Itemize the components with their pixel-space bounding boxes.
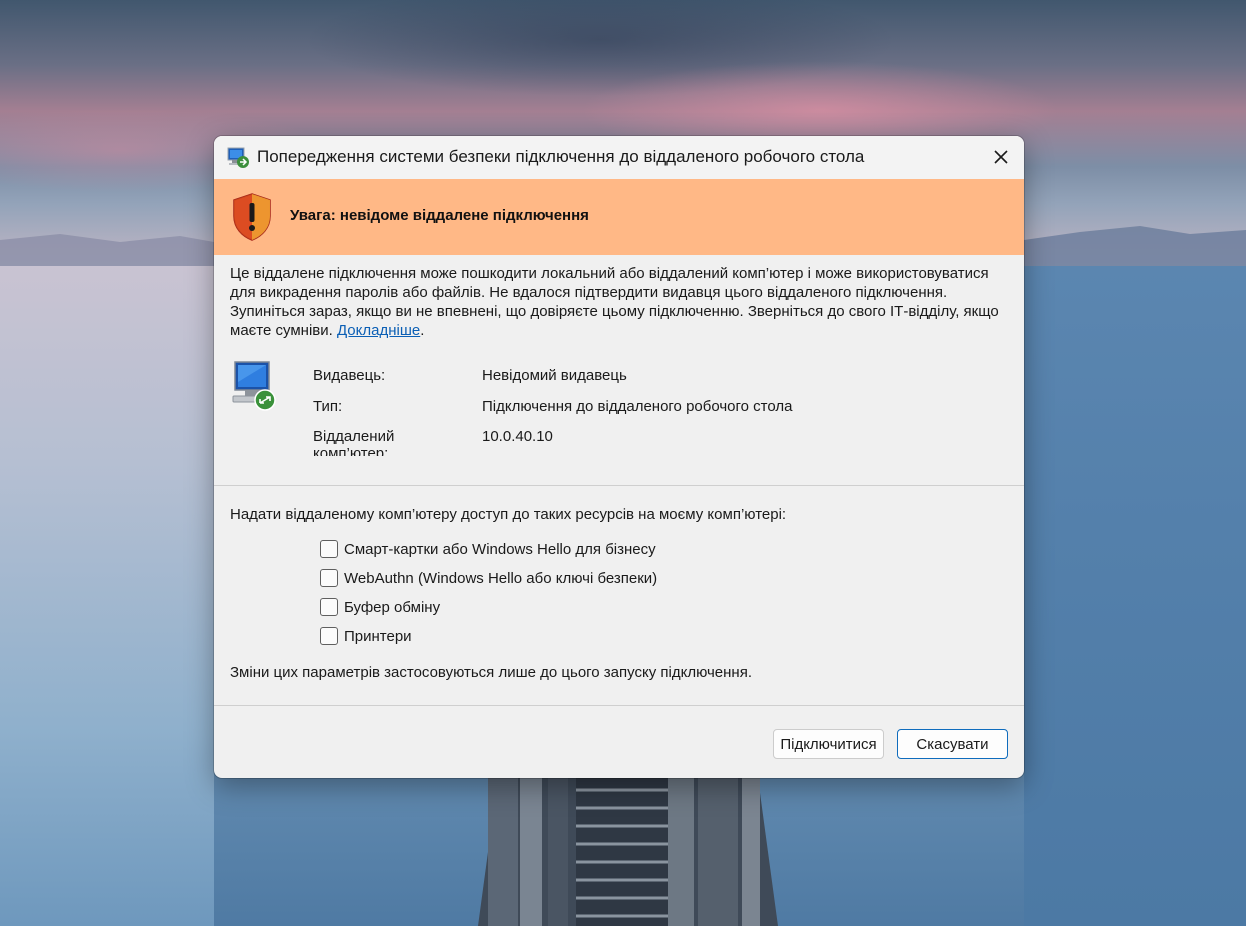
divider-bottom bbox=[214, 705, 1024, 706]
close-button[interactable] bbox=[984, 140, 1018, 174]
sea-right bbox=[1024, 266, 1246, 926]
warning-heading: Увага: невідоме віддалене підключення bbox=[290, 207, 589, 224]
cancel-button[interactable]: Скасувати bbox=[897, 729, 1008, 759]
desktop-background: Попередження системи безпеки підключення… bbox=[0, 0, 1246, 926]
clipboard-label[interactable]: Буфер обміну bbox=[344, 599, 440, 616]
title-bar[interactable]: Попередження системи безпеки підключення… bbox=[214, 136, 1024, 179]
type-value: Підключення до віддаленого робочого стол… bbox=[482, 398, 793, 415]
settings-note: Зміни цих параметрів застосовуються лише… bbox=[230, 664, 753, 681]
connect-button[interactable]: Підключитися bbox=[773, 729, 884, 759]
clipboard-checkbox[interactable] bbox=[320, 598, 338, 616]
printers-label[interactable]: Принтери bbox=[344, 628, 412, 645]
checkbox-row-clipboard[interactable]: Буфер обміну bbox=[320, 597, 440, 617]
webauthn-label[interactable]: WebAuthn (Windows Hello або ключі безпек… bbox=[344, 570, 657, 587]
printers-checkbox[interactable] bbox=[320, 627, 338, 645]
description-period: . bbox=[420, 322, 425, 339]
smartcards-checkbox[interactable] bbox=[320, 540, 338, 558]
warning-description: Це віддалене підключення може пошкодити … bbox=[230, 264, 1000, 340]
learn-more-link[interactable]: Докладніше bbox=[337, 322, 420, 339]
divider-top bbox=[214, 485, 1024, 486]
security-warning-dialog: Попередження системи безпеки підключення… bbox=[214, 136, 1024, 778]
publisher-label: Видавець: bbox=[313, 367, 386, 384]
checkbox-row-smartcards[interactable]: Смарт-картки або Windows Hello для бізне… bbox=[320, 539, 656, 559]
warning-shield-icon bbox=[233, 193, 271, 241]
checkbox-row-webauthn[interactable]: WebAuthn (Windows Hello або ключі безпек… bbox=[320, 568, 657, 588]
webauthn-checkbox[interactable] bbox=[320, 569, 338, 587]
close-icon bbox=[994, 150, 1008, 164]
remote-computer-value: 10.0.40.10 bbox=[482, 428, 553, 445]
type-label: Тип: bbox=[313, 398, 343, 415]
publisher-value: Невідомий видавець bbox=[482, 367, 627, 384]
remote-desktop-icon bbox=[227, 147, 249, 168]
warning-banner: Увага: невідоме віддалене підключення bbox=[214, 179, 1024, 255]
smartcards-label[interactable]: Смарт-картки або Windows Hello для бізне… bbox=[344, 541, 656, 558]
checkbox-row-printers[interactable]: Принтери bbox=[320, 626, 412, 646]
dialog-title: Попередження системи безпеки підключення… bbox=[257, 147, 865, 166]
remote-computer-icon bbox=[232, 361, 276, 411]
resources-prompt: Надати віддаленому комп’ютеру доступ до … bbox=[230, 506, 787, 523]
pier-image bbox=[478, 778, 778, 926]
sea-left bbox=[0, 266, 214, 926]
remote-computer-label: Віддалений комп’ютер: bbox=[313, 428, 395, 456]
